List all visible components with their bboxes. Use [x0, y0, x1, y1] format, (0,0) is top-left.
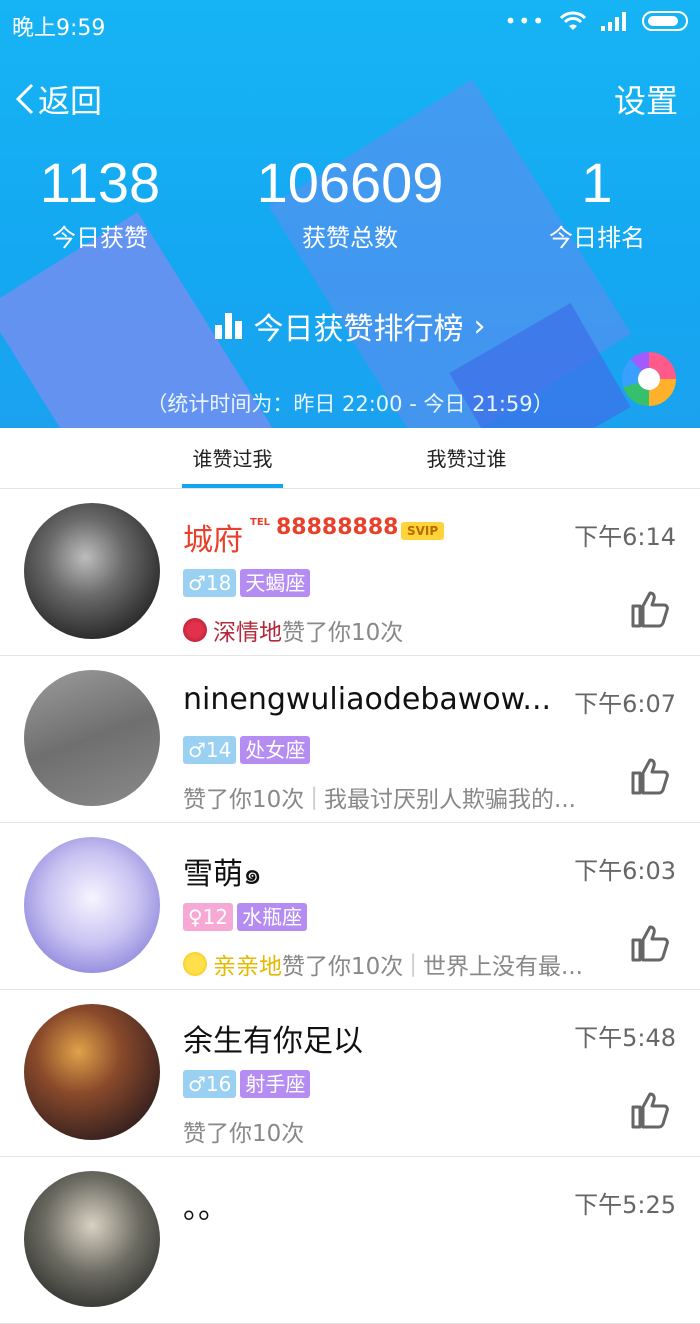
list-item[interactable]: 雪萌๑ 下午6:03 ♀12 水瓶座 亲亲地 赞了你10次 | 世界上没有最..…: [0, 823, 700, 990]
tel-label: TEL: [250, 517, 271, 528]
avatar[interactable]: [24, 503, 160, 639]
header: 晚上9:59 ••• 返回 设置 1138 今日获赞 106609 获赞总数 1…: [0, 0, 700, 428]
stat-value: 106609: [256, 151, 444, 214]
user-name: 雪萌๑: [183, 857, 263, 892]
like-style: 深情地: [213, 620, 282, 646]
colorful-ball-icon[interactable]: [622, 352, 676, 406]
thumbs-up-icon[interactable]: [630, 589, 670, 629]
constellation-badge: 处女座: [240, 736, 311, 764]
like-time: 下午6:07: [574, 690, 676, 718]
like-time: 下午6:14: [574, 523, 676, 551]
list-item[interactable]: ninengwuliaodebawow... 下午6:07 ♂14 处女座 赞了…: [0, 656, 700, 823]
bar-chart-icon: [214, 313, 242, 339]
signature-text: 我最讨厌别人欺骗我的...: [324, 787, 576, 813]
like-count-text: 赞了你10次: [282, 954, 404, 980]
list-item[interactable]: 。。 下午5:25: [0, 1157, 700, 1324]
like-time: 下午6:03: [574, 857, 676, 885]
leaderboard-link[interactable]: 今日获赞排行榜 ›: [0, 304, 700, 348]
settings-button[interactable]: 设置: [614, 76, 678, 122]
avatar[interactable]: [24, 670, 160, 806]
wifi-icon: [559, 11, 587, 30]
like-count-text: 赞了你10次: [183, 1121, 305, 1147]
chevron-left-icon: [15, 83, 34, 115]
like-time: 下午5:25: [574, 1191, 676, 1219]
tel-number: 88888888: [276, 515, 399, 540]
stat-label: 获赞总数: [302, 224, 398, 252]
list-item[interactable]: 余生有你足以 下午5:48 ♂16 射手座 赞了你10次: [0, 990, 700, 1157]
stat-label: 今日排名: [549, 224, 645, 252]
back-label: 返回: [38, 82, 103, 120]
user-badges: ♀12 水瓶座: [183, 903, 308, 931]
gender-age-badge: ♂14: [183, 736, 237, 764]
like-style: 亲亲地: [213, 954, 282, 980]
user-badges: ♂18 天蝎座: [183, 569, 311, 597]
signal-icon: [601, 12, 626, 31]
stat-value: 1138: [39, 151, 161, 214]
thumbs-up-icon[interactable]: [630, 756, 670, 796]
battery-icon: [642, 11, 688, 31]
kiss-emoji-icon: [183, 952, 207, 976]
more-dots-icon: •••: [504, 9, 546, 33]
avatar[interactable]: [24, 837, 160, 973]
chevron-right-icon: ›: [473, 308, 486, 344]
like-time: 下午5:48: [574, 1024, 676, 1052]
stat-label: 今日获赞: [52, 224, 148, 252]
list-item[interactable]: 城府 TEL 88888888 SVIP 下午6:14 ♂18 天蝎座 深情地 …: [0, 489, 700, 656]
like-description: 赞了你10次 | 我最讨厌别人欺骗我的...: [183, 780, 576, 814]
gender-age-badge: ♂16: [183, 1070, 237, 1098]
leaderboard-label: 今日获赞排行榜: [253, 312, 464, 347]
liker-list: 城府 TEL 88888888 SVIP 下午6:14 ♂18 天蝎座 深情地 …: [0, 489, 700, 1324]
gender-age-badge: ♀12: [183, 903, 234, 931]
constellation-badge: 水瓶座: [237, 903, 308, 931]
stat-total-likes: 106609 获赞总数: [230, 150, 470, 253]
thumbs-up-icon[interactable]: [630, 1090, 670, 1130]
avatar[interactable]: [24, 1004, 160, 1140]
like-description: 亲亲地 赞了你10次 | 世界上没有最...: [183, 947, 583, 981]
user-name: 余生有你足以: [183, 1024, 363, 1059]
tab-who-liked-me[interactable]: 谁赞过我: [182, 428, 283, 488]
status-icons: •••: [505, 10, 688, 32]
user-badges: ♂14 处女座: [183, 736, 311, 764]
user-badges: ♂16 射手座: [183, 1070, 311, 1098]
user-name: ninengwuliaodebawow...: [183, 682, 552, 717]
tab-whom-i-liked[interactable]: 我赞过谁: [416, 428, 517, 488]
thumbs-up-icon[interactable]: [630, 923, 670, 963]
status-time: 晚上9:59: [12, 16, 106, 41]
stat-today-rank: 1 今日排名: [477, 150, 700, 253]
svip-badge: SVIP: [401, 522, 445, 540]
back-button[interactable]: 返回: [14, 76, 102, 122]
separator: |: [409, 951, 418, 977]
avatar[interactable]: [24, 1171, 160, 1307]
stat-today-likes: 1138 今日获赞: [0, 150, 220, 253]
constellation-badge: 射手座: [240, 1070, 311, 1098]
constellation-badge: 天蝎座: [240, 569, 311, 597]
gender-age-badge: ♂18: [183, 569, 237, 597]
stat-period-text: （统计时间为：昨日 22:00 - 今日 21:59）: [146, 392, 554, 416]
like-count-text: 赞了你10次: [183, 787, 305, 813]
tab-bar: 谁赞过我 我赞过谁: [0, 428, 700, 489]
user-name: 。。: [183, 1191, 228, 1226]
stat-value: 1: [581, 151, 613, 214]
separator: |: [310, 784, 319, 810]
rose-icon: [183, 618, 207, 642]
like-description: 赞了你10次: [183, 1114, 304, 1148]
like-description: 深情地 赞了你10次: [183, 613, 403, 647]
signature-text: 世界上没有最...: [423, 954, 583, 980]
like-count-text: 赞了你10次: [282, 620, 404, 646]
user-name: 城府: [183, 523, 243, 558]
